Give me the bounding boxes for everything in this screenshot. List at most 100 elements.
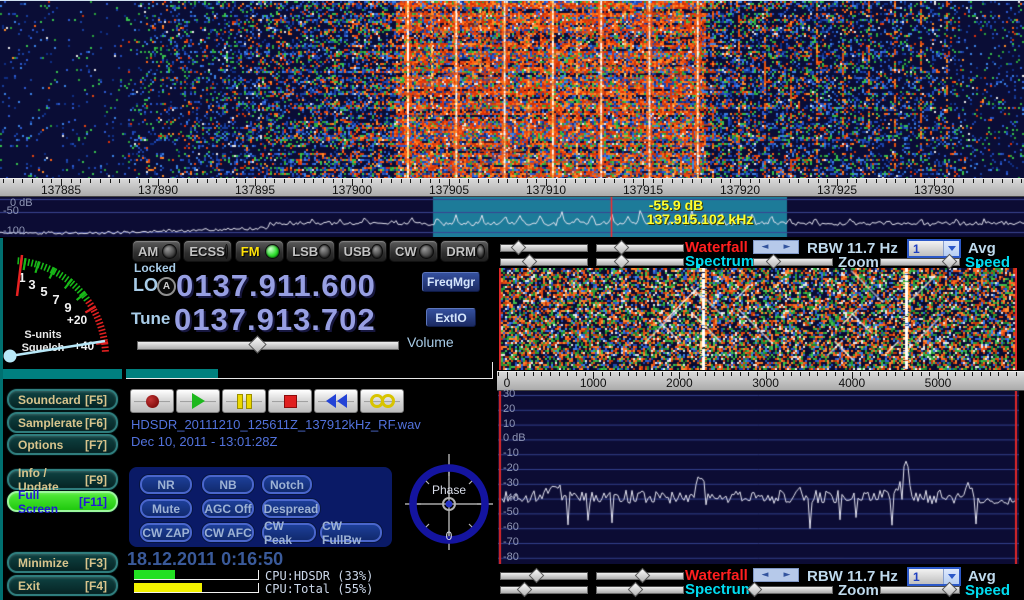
af-waterfall-brightness-slider-bottom[interactable] — [500, 569, 588, 582]
s-meter[interactable]: 1 3 5 7 9 +20 +40 S-units Squelch — [2, 240, 123, 366]
record-button[interactable] — [130, 389, 174, 413]
volume-slider-thumb[interactable] — [248, 335, 266, 353]
playback-progress-track[interactable] — [126, 378, 493, 379]
slider-track[interactable] — [753, 258, 833, 266]
mode-button-ecss[interactable]: ECSS — [183, 240, 232, 262]
samplerate-button[interactable]: Samplerate[F6] — [7, 412, 118, 433]
slider-track[interactable] — [500, 586, 588, 594]
cw-zap-button[interactable]: CW ZAP — [140, 523, 192, 542]
slider-thumb[interactable] — [522, 254, 538, 270]
stop-button[interactable] — [268, 389, 312, 413]
combo-dropdown-icon[interactable] — [943, 241, 959, 256]
scale-tick — [197, 179, 198, 183]
cpu-total-bar-fill — [134, 583, 202, 592]
tune-frequency-display[interactable]: 0137.913.702 — [174, 302, 376, 338]
datetime-display[interactable]: 18.12.2011 0:16:50 — [127, 549, 283, 570]
slider-track[interactable] — [500, 258, 588, 266]
play-button[interactable] — [176, 389, 220, 413]
af-avg-value-bottom[interactable]: 1 — [909, 569, 943, 584]
slider-thumb[interactable] — [516, 582, 532, 598]
notch-button[interactable]: Notch — [262, 475, 312, 494]
rf-frequency-scale[interactable]: 1378851378901378951379001379051379101379… — [0, 178, 1024, 197]
af-avg-value-top[interactable]: 1 — [909, 241, 943, 256]
af-zoom-slider-top[interactable] — [753, 255, 833, 268]
mode-button-lsb[interactable]: LSB — [286, 240, 335, 262]
mode-button-fm[interactable]: FM — [235, 240, 284, 262]
scale-tick-label: 137890 — [128, 183, 188, 197]
slider-thumb[interactable] — [529, 568, 545, 584]
mute-button[interactable]: Mute — [140, 499, 192, 518]
af-waterfall-contrast-slider-bottom[interactable] — [596, 569, 684, 582]
af-spectrum-contrast-slider-top[interactable] — [596, 255, 684, 268]
rewind-button[interactable] — [314, 389, 358, 413]
af-speed-slider-top[interactable] — [880, 255, 960, 268]
scale-tick-label: 137920 — [710, 183, 770, 197]
slider-thumb[interactable] — [941, 254, 957, 270]
pause-button[interactable] — [222, 389, 266, 413]
rf-db-label: -50 — [3, 205, 19, 217]
af-waterfall-contrast-slider-top[interactable] — [596, 241, 684, 254]
slider-thumb[interactable] — [941, 582, 957, 598]
volume-slider[interactable] — [137, 337, 399, 352]
mode-button-usb[interactable]: USB — [338, 240, 387, 262]
slider-track[interactable] — [596, 244, 684, 252]
scale-tick-label: 137900 — [322, 183, 382, 197]
scale-tick — [964, 372, 965, 376]
slider-thumb[interactable] — [511, 240, 527, 256]
options-button[interactable]: Options[F7] — [7, 434, 118, 455]
slider-thumb[interactable] — [628, 582, 644, 598]
rf-waterfall-display[interactable] — [0, 1, 1024, 178]
slider-track[interactable] — [500, 572, 588, 580]
slider-thumb[interactable] — [766, 254, 782, 270]
cw-peak-button[interactable]: CW Peak — [262, 523, 316, 542]
slider-track[interactable] — [596, 258, 684, 266]
shift-left-arrow-icon[interactable]: ◄ — [754, 241, 776, 253]
af-spectrum-contrast-slider-bottom[interactable] — [596, 583, 684, 596]
squelch-level-bar[interactable] — [3, 369, 122, 379]
af-shift-scrollbar-bottom[interactable]: ◄► — [753, 568, 799, 582]
full-screen-button[interactable]: Full Screen[F11] — [7, 491, 118, 512]
af-waterfall-display[interactable] — [499, 268, 1017, 370]
slider-thumb[interactable] — [614, 240, 630, 256]
cw-fullbw-button[interactable]: CW FullBw — [320, 523, 382, 542]
loop-button[interactable] — [360, 389, 404, 413]
lo-frequency-display[interactable]: 0137.911.600 — [176, 268, 376, 304]
af-spectrum-display[interactable] — [498, 391, 1019, 564]
mode-button-am[interactable]: AM — [132, 240, 181, 262]
af-shift-scrollbar-top[interactable]: ◄► — [753, 240, 799, 254]
soundcard-button[interactable]: Soundcard[F5] — [7, 389, 118, 410]
despread-button[interactable]: Despread — [262, 499, 320, 518]
af-spectrum-brightness-slider-bottom[interactable] — [500, 583, 588, 596]
nb-button[interactable]: NB — [202, 475, 254, 494]
slider-track[interactable] — [753, 586, 833, 594]
af-speed-slider-bottom[interactable] — [880, 583, 960, 596]
mode-button-cw[interactable]: CW — [389, 240, 438, 262]
mode-button-drm[interactable]: DRM — [440, 240, 489, 262]
slider-thumb[interactable] — [634, 568, 650, 584]
cw-afc-button[interactable]: CW AFC — [202, 523, 254, 542]
exit-button[interactable]: Exit[F4] — [7, 575, 118, 596]
af-waterfall-brightness-slider-top[interactable] — [500, 241, 588, 254]
af-zoom-slider-bottom[interactable] — [753, 583, 833, 596]
shift-right-arrow-icon[interactable]: ► — [776, 569, 798, 581]
minimize-button[interactable]: Minimize[F3] — [7, 552, 118, 573]
shift-left-arrow-icon[interactable]: ◄ — [754, 569, 776, 581]
rf-spectrum-display[interactable] — [0, 197, 1024, 237]
nr-button[interactable]: NR — [140, 475, 192, 494]
combo-dropdown-icon[interactable] — [943, 569, 959, 584]
squelch-needle-pivot — [4, 350, 17, 363]
extio-button[interactable]: ExtIO — [426, 308, 476, 327]
af-frequency-scale[interactable]: 010002000300040005000 — [497, 371, 1024, 391]
af-spectrum-brightness-slider-top[interactable] — [500, 255, 588, 268]
volume-slider-track[interactable] — [137, 341, 399, 350]
scale-tick — [944, 179, 945, 183]
agc-button[interactable]: AGC Off — [202, 499, 254, 518]
freqmgr-button[interactable]: FreqMgr — [422, 272, 480, 292]
scale-tick — [90, 179, 91, 183]
scale-tick — [714, 372, 715, 376]
scale-tick — [955, 372, 956, 376]
lo-auto-badge[interactable]: A — [157, 277, 176, 296]
slider-thumb[interactable] — [614, 254, 630, 270]
scale-tick — [990, 372, 991, 376]
shift-right-arrow-icon[interactable]: ► — [776, 241, 798, 253]
